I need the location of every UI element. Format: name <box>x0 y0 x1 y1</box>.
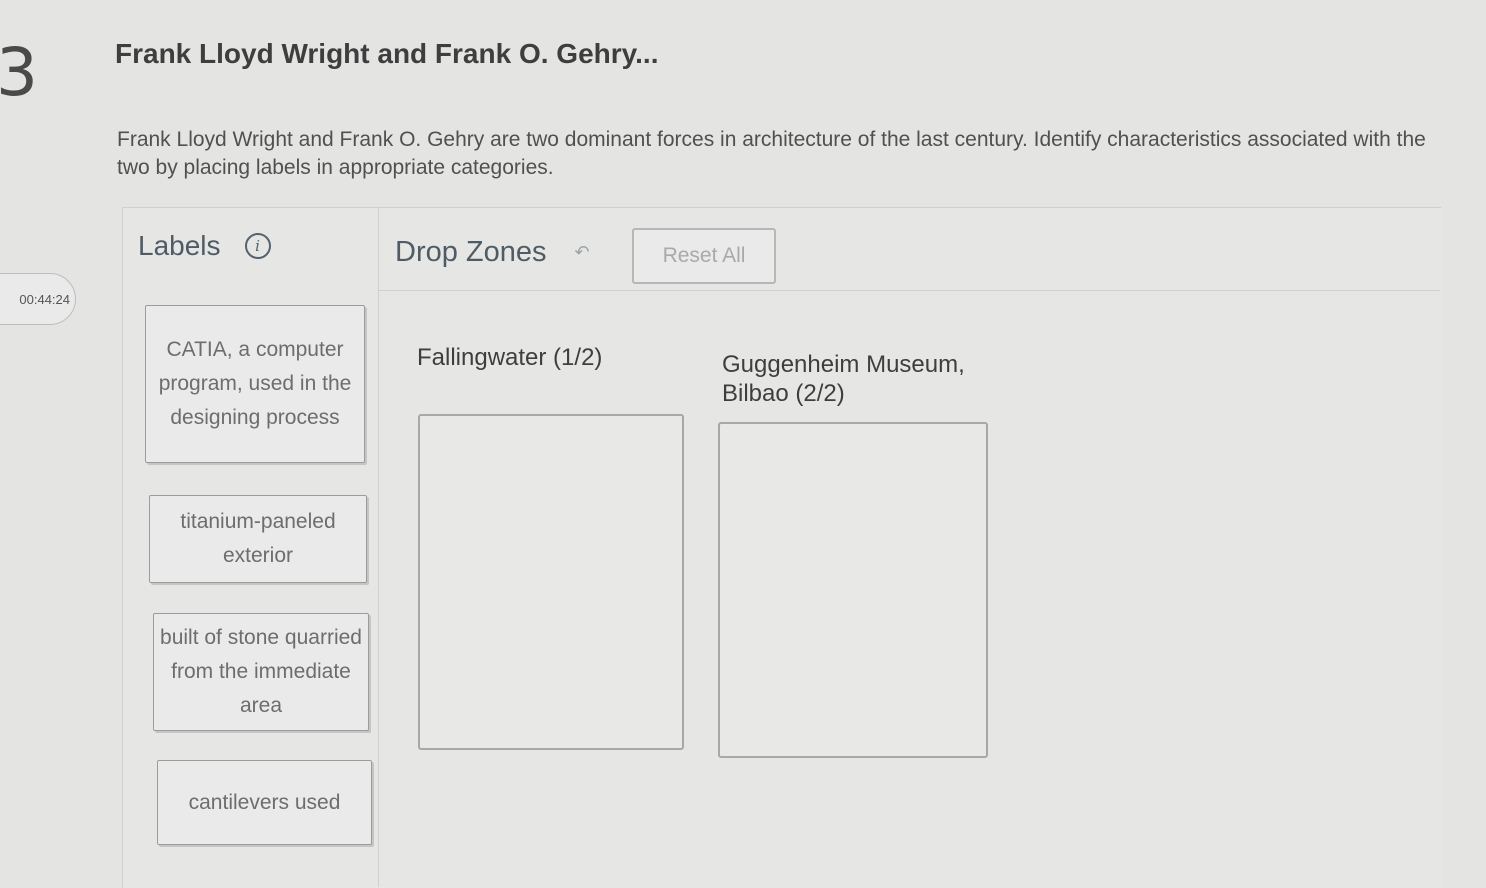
label-card[interactable]: built of stone quarried from the immedia… <box>153 613 369 731</box>
drop-zone-guggenheim[interactable] <box>718 422 988 758</box>
labels-heading: Labels <box>138 230 221 261</box>
drop-zones-heading: Drop Zones <box>395 236 547 268</box>
label-card[interactable]: CATIA, a computer program, used in the d… <box>145 305 365 463</box>
label-text: CATIA, a computer program, used in the d… <box>158 338 352 429</box>
drop-zone-fallingwater[interactable] <box>418 414 684 750</box>
undo-arrow-icon[interactable]: ↶ <box>575 242 590 263</box>
drop-zone-title-fallingwater: Fallingwater (1/2) <box>417 344 603 371</box>
question-prompt: Frank Lloyd Wright and Frank O. Gehry ar… <box>117 128 1426 179</box>
drop-zones-header: Drop Zones ↶ <box>395 236 590 269</box>
label-text: cantilevers used <box>188 790 341 814</box>
timer-value: 00:44:24 <box>19 291 70 307</box>
panel-divider-horizontal <box>378 290 1440 291</box>
label-card[interactable]: cantilevers used <box>157 760 372 845</box>
label-text: titanium-paneled exterior <box>180 510 336 567</box>
reset-all-button[interactable]: Reset All <box>632 228 776 284</box>
label-text: built of stone quarried from the immedia… <box>160 626 362 717</box>
panel-divider-vertical <box>378 207 379 887</box>
drop-zone-title-guggenheim: Guggenheim Museum, Bilbao (2/2) <box>722 351 965 407</box>
timer: 00:44:24 <box>0 273 76 325</box>
labels-header: Labels i <box>138 230 271 262</box>
question-title: Frank Lloyd Wright and Frank O. Gehry... <box>115 38 659 69</box>
question-number: 3 <box>0 34 38 111</box>
info-icon[interactable]: i <box>244 233 271 259</box>
label-card[interactable]: titanium-paneled exterior <box>149 495 367 583</box>
